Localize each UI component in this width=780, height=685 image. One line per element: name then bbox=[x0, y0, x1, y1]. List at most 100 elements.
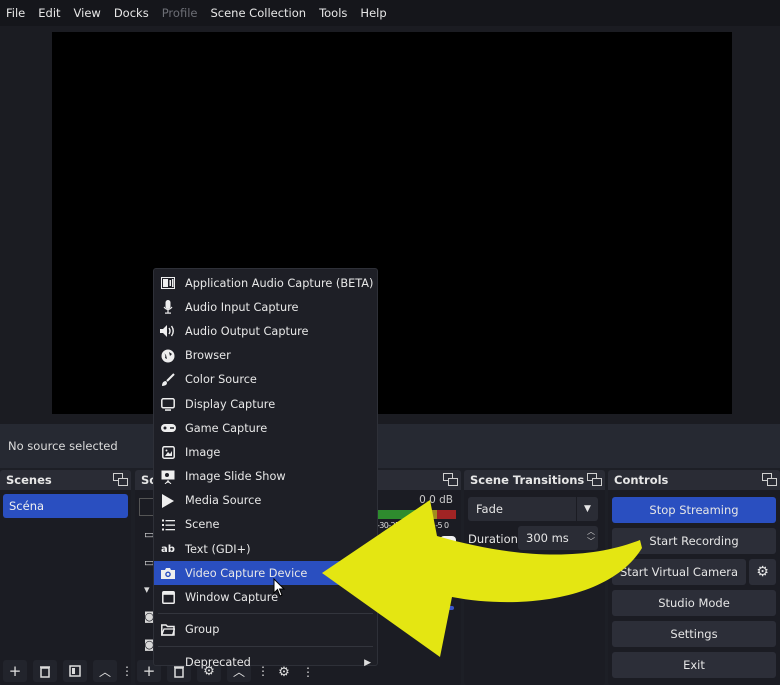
start-recording-button[interactable]: Start Recording bbox=[612, 528, 776, 554]
menu-item-app-audio-capture[interactable]: Application Audio Capture (BETA) bbox=[154, 271, 377, 295]
menu-item-audio-input-capture[interactable]: Audio Input Capture bbox=[154, 295, 377, 319]
menu-item-video-capture-device[interactable]: Video Capture Device bbox=[154, 561, 377, 586]
slideshow-icon bbox=[160, 469, 176, 485]
remove-transition-button[interactable] bbox=[546, 554, 570, 576]
transitions-header: Scene Transitions bbox=[464, 470, 605, 490]
menu-item-label: Deprecated bbox=[185, 656, 251, 670]
menu-item-deprecated[interactable]: Deprecated ▶ bbox=[154, 650, 377, 676]
volume-slider[interactable] bbox=[380, 606, 454, 610]
move-scene-up-button[interactable]: ︿ bbox=[93, 660, 117, 682]
menu-item-group[interactable]: Group bbox=[154, 617, 377, 643]
monitor-icon bbox=[160, 396, 176, 412]
image-icon bbox=[160, 444, 176, 460]
menu-help[interactable]: Help bbox=[360, 6, 386, 20]
spin-arrows-icon[interactable]: ︿ ﹀ bbox=[587, 527, 595, 547]
list-icon bbox=[160, 517, 176, 533]
menu-separator bbox=[158, 612, 373, 614]
menu-item-media-source[interactable]: Media Source bbox=[154, 489, 377, 513]
text-icon: ab bbox=[161, 543, 175, 555]
undock-icon[interactable] bbox=[587, 473, 602, 486]
gear-icon: ⚙ bbox=[756, 564, 769, 580]
menu-item-game-capture[interactable]: Game Capture bbox=[154, 416, 377, 440]
camera-icon bbox=[160, 565, 176, 581]
virtual-camera-settings-button[interactable]: ⚙ bbox=[749, 559, 776, 585]
undock-icon[interactable] bbox=[762, 473, 777, 486]
remove-scene-button[interactable] bbox=[33, 660, 57, 682]
duration-spinbox[interactable]: 300 ms ︿ ﹀ bbox=[518, 526, 598, 550]
scene-item[interactable]: Scéna bbox=[3, 494, 128, 518]
chevron-down-icon: ▼ bbox=[576, 497, 598, 521]
controls-header: Controls bbox=[608, 470, 780, 490]
transitions-more-button[interactable]: ⋮ bbox=[576, 554, 588, 576]
menu-docks[interactable]: Docks bbox=[114, 6, 149, 20]
meter-green bbox=[378, 510, 415, 519]
transitions-title: Scene Transitions bbox=[470, 473, 585, 487]
meter-yellow bbox=[414, 510, 437, 519]
menu-item-image-slide-show[interactable]: Image Slide Show bbox=[154, 465, 377, 489]
chevron-up-icon: ︿ bbox=[98, 664, 111, 679]
volume-meter bbox=[378, 510, 456, 519]
blank-icon bbox=[160, 655, 176, 671]
speaker-icon bbox=[160, 323, 176, 339]
menu-item-label: Media Source bbox=[185, 494, 262, 508]
menu-item-label: Application Audio Capture (BETA) bbox=[185, 276, 374, 290]
scenes-header: Scenes bbox=[0, 470, 131, 490]
settings-button[interactable]: Settings bbox=[612, 621, 776, 647]
submenu-arrow-icon: ▶ bbox=[364, 657, 371, 668]
scenes-title: Scenes bbox=[6, 473, 52, 487]
folder-icon bbox=[160, 622, 176, 638]
menu-item-audio-output-capture[interactable]: Audio Output Capture bbox=[154, 319, 377, 343]
scene-filters-button[interactable] bbox=[63, 660, 87, 682]
scenes-more-button[interactable]: ⋮ bbox=[121, 660, 133, 682]
volume-slider[interactable] bbox=[380, 536, 456, 546]
add-scene-button[interactable]: + bbox=[3, 660, 27, 682]
duration-value: 300 ms bbox=[526, 531, 569, 545]
menu-item-browser[interactable]: Browser bbox=[154, 344, 377, 368]
window-icon bbox=[160, 590, 176, 606]
controls-dock: Controls Stop Streaming Start Recording … bbox=[608, 470, 780, 685]
kebab-icon: ⋮ bbox=[576, 558, 588, 572]
menu-item-label: Text (GDI+) bbox=[185, 542, 251, 556]
menu-item-label: Scene bbox=[185, 518, 220, 532]
menu-item-label: Window Capture bbox=[185, 591, 279, 605]
audio-level-readout: 0.0 dB bbox=[419, 494, 453, 506]
no-source-label: No source selected bbox=[8, 439, 118, 453]
app-audio-icon bbox=[160, 275, 176, 291]
menu-item-label: Game Capture bbox=[185, 421, 268, 435]
menu-item-label: Color Source bbox=[185, 373, 257, 387]
menu-item-display-capture[interactable]: Display Capture bbox=[154, 392, 377, 416]
mouse-cursor-icon bbox=[273, 578, 286, 597]
menu-item-text-gdi[interactable]: ab Text (GDI+) bbox=[154, 537, 377, 561]
undock-icon[interactable] bbox=[443, 473, 458, 486]
menu-item-scene[interactable]: Scene bbox=[154, 513, 377, 537]
menu-item-label: Audio Input Capture bbox=[185, 300, 299, 314]
transition-select[interactable]: Fade ▼ bbox=[468, 497, 598, 521]
menu-item-label: Audio Output Capture bbox=[185, 324, 309, 338]
menu-edit[interactable]: Edit bbox=[38, 6, 60, 20]
stop-streaming-button[interactable]: Stop Streaming bbox=[612, 497, 776, 523]
menu-item-label: Browser bbox=[185, 349, 231, 363]
menu-item-label: Image bbox=[185, 445, 221, 459]
scene-transitions-dock: Scene Transitions Fade ▼ Duration 300 ms… bbox=[464, 470, 605, 685]
meter-red bbox=[436, 510, 456, 519]
add-transition-button[interactable]: + bbox=[516, 554, 540, 576]
menu-file[interactable]: File bbox=[6, 6, 25, 20]
source-toolbar: No source selected bbox=[0, 424, 780, 468]
studio-mode-button[interactable]: Studio Mode bbox=[612, 590, 776, 616]
volume-slider-handle[interactable] bbox=[440, 536, 456, 546]
menu-separator bbox=[158, 645, 373, 647]
menu-item-window-capture[interactable]: Window Capture bbox=[154, 585, 377, 609]
scenes-toolbar: + ︿ ⋮ bbox=[3, 659, 137, 683]
menu-scene-collection[interactable]: Scene Collection bbox=[210, 6, 306, 20]
menu-view[interactable]: View bbox=[74, 6, 101, 20]
menu-tools[interactable]: Tools bbox=[319, 6, 347, 20]
start-virtual-camera-button[interactable]: Start Virtual Camera bbox=[612, 559, 746, 585]
meter-ticks: -30-25-20-15-10 -5 0 bbox=[377, 521, 449, 530]
menu-item-color-source[interactable]: Color Source bbox=[154, 368, 377, 392]
menu-profile: Profile bbox=[161, 6, 198, 20]
exit-button[interactable]: Exit bbox=[612, 652, 776, 678]
audio-mixer-header bbox=[375, 470, 461, 490]
menu-item-label: Group bbox=[185, 623, 220, 637]
menu-item-image[interactable]: Image bbox=[154, 440, 377, 464]
undock-icon[interactable] bbox=[113, 473, 128, 486]
